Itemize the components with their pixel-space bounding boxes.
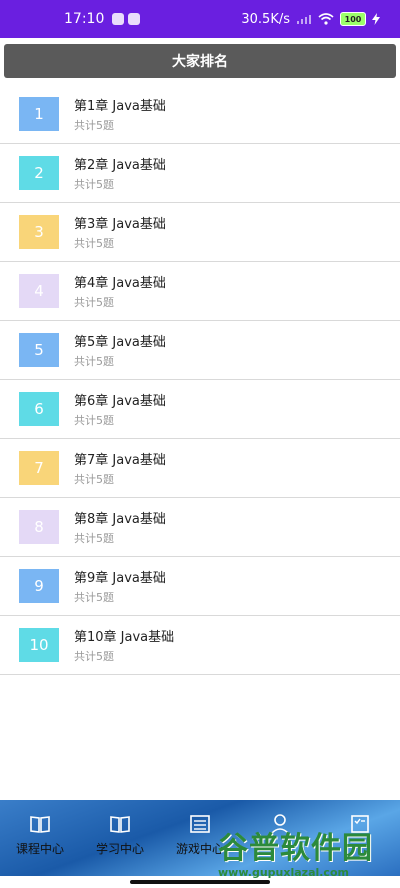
chapter-number-badge: 5 [19, 333, 59, 367]
chapter-row[interactable]: 7 第7章 Java基础 共计5题 [0, 439, 400, 498]
chapter-count: 共计5题 [74, 591, 114, 604]
chapter-row[interactable]: 4 第4章 Java基础 共计5题 [0, 262, 400, 321]
chapter-count: 共计5题 [74, 178, 114, 191]
nav-label: 游戏中心 [175, 842, 224, 856]
chapter-row[interactable]: 1 第1章 Java基础 共计5题 [0, 85, 400, 144]
chapter-number-badge: 8 [19, 510, 59, 544]
chapter-name: 第9章 Java基础 [74, 571, 166, 586]
chapter-row[interactable]: 6 第6章 Java基础 共计5题 [0, 380, 400, 439]
chapter-count: 共计5题 [74, 237, 114, 250]
chapter-name: 第1章 Java基础 [74, 99, 166, 114]
chapter-count: 共计5题 [74, 414, 114, 427]
chapter-count: 共计5题 [74, 119, 114, 132]
chapter-count: 共计5题 [74, 355, 114, 368]
chapter-name: 第7章 Java基础 [74, 453, 166, 468]
chapter-number-badge: 9 [19, 569, 59, 603]
notification-icon [128, 13, 141, 25]
network-speed: 30.5K/s [241, 11, 290, 27]
chapter-name: 第3章 Java基础 [74, 217, 166, 232]
page-title: 大家排名 [4, 44, 396, 78]
chapter-number-badge: 6 [19, 392, 59, 426]
home-indicator[interactable] [130, 880, 270, 884]
chapter-number-badge: 4 [19, 274, 59, 308]
nav-label: 学习中心 [95, 842, 144, 856]
notification-icon [112, 13, 125, 25]
watermark-text: 谷普软件园 [218, 831, 373, 866]
chapter-row[interactable]: 9 第9章 Java基础 共计5题 [0, 557, 400, 616]
chapter-number-badge: 7 [19, 451, 59, 485]
chapter-number-badge: 10 [19, 628, 59, 662]
chapter-row[interactable]: 2 第2章 Java基础 共计5题 [0, 144, 400, 203]
nav-label: 课程中心 [15, 842, 64, 856]
book-open-icon [110, 816, 130, 833]
chapter-count: 共计5题 [74, 532, 114, 545]
chapter-number-badge: 3 [19, 215, 59, 249]
chapter-name: 第2章 Java基础 [74, 158, 166, 173]
book-icon [30, 816, 50, 833]
calculator-icon [190, 815, 210, 833]
chapter-row[interactable]: 5 第5章 Java基础 共计5题 [0, 321, 400, 380]
chapter-row[interactable]: 3 第3章 Java基础 共计5题 [0, 203, 400, 262]
battery-icon: 100 [340, 12, 366, 26]
chapter-name: 第5章 Java基础 [74, 335, 166, 350]
chapter-row[interactable]: 8 第8章 Java基础 共计5题 [0, 498, 400, 557]
chapter-name: 第6章 Java基础 [74, 394, 166, 409]
watermark-url: www.gupuxlazal.com [218, 866, 349, 879]
wifi-icon [318, 13, 334, 25]
signal-icon [297, 15, 311, 24]
chapter-name: 第10章 Java基础 [74, 630, 175, 645]
chapter-number-badge: 2 [19, 156, 59, 190]
chapter-count: 共计5题 [74, 473, 114, 486]
charging-icon [372, 13, 380, 25]
status-time: 17:10 [64, 11, 105, 27]
chapter-count: 共计5题 [74, 650, 114, 663]
nav-course-center[interactable]: 课程中心 [0, 800, 80, 876]
nav-study-center[interactable]: 学习中心 [80, 800, 160, 876]
chapter-name: 第4章 Java基础 [74, 276, 166, 291]
chapter-name: 第8章 Java基础 [74, 512, 166, 527]
chapter-list: 1 第1章 Java基础 共计5题 2 第2章 Java基础 共计5题 3 第3章 … [0, 85, 400, 675]
chapter-row[interactable]: 10 第10章 Java基础 共计5题 [0, 616, 400, 675]
status-bar: 17:10 30.5K/s 100 [0, 0, 400, 38]
chapter-count: 共计5题 [74, 296, 114, 309]
chapter-number-badge: 1 [19, 97, 59, 131]
